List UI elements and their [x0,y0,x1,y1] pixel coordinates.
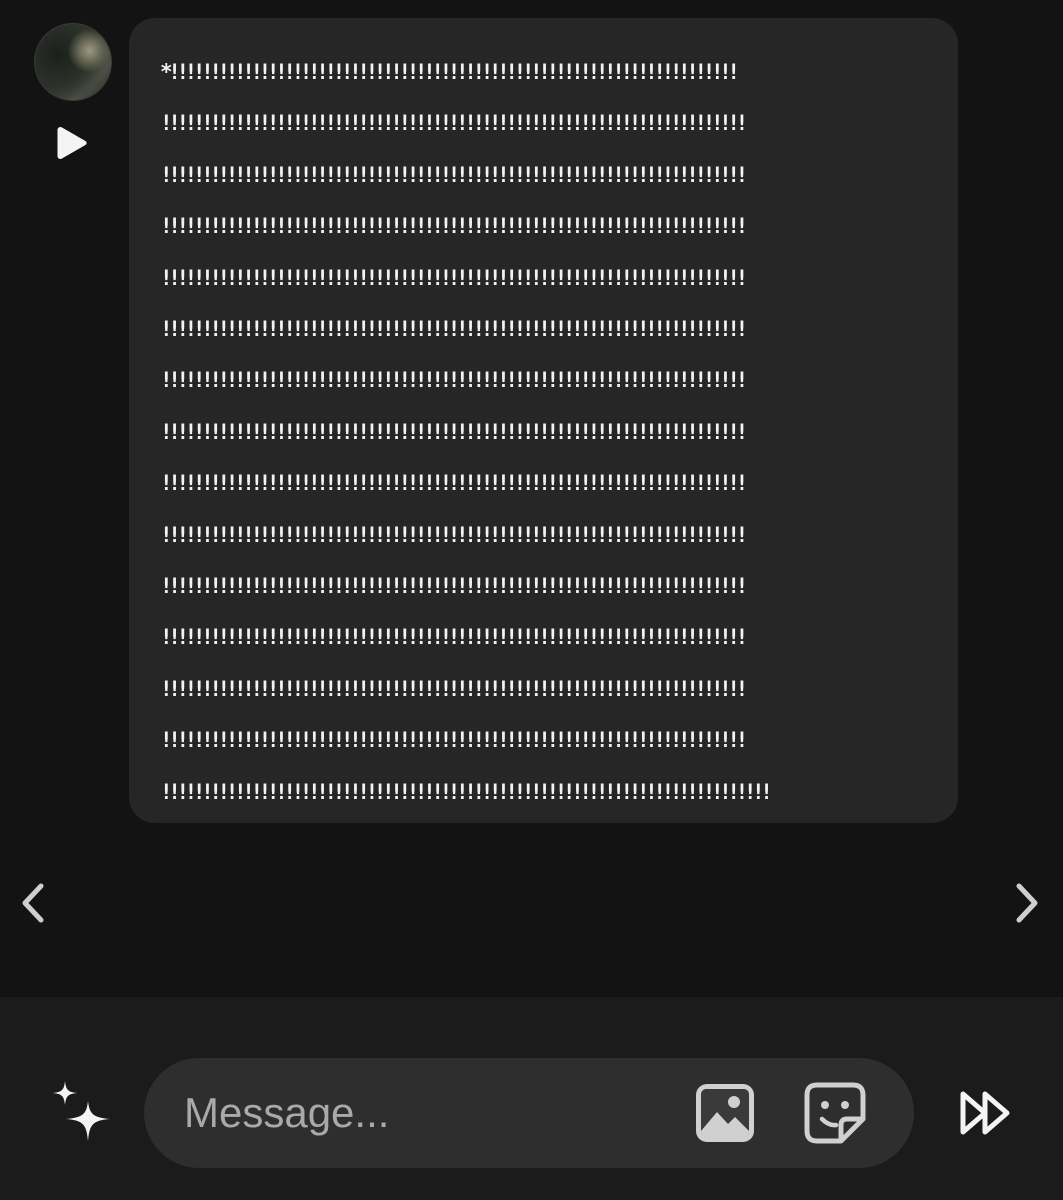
image-icon [696,1084,754,1142]
message-bubble[interactable]: *!!!!!!!!!!!!!!!!!!!!!!!!!!!!!!!!!!!!!!!… [129,18,958,823]
gallery-button[interactable] [693,1081,757,1145]
previous-button[interactable] [17,881,47,925]
sticker-icon [804,1082,866,1144]
message-text: *!!!!!!!!!!!!!!!!!!!!!!!!!!!!!!!!!!!!!!!… [160,60,773,804]
play-icon [57,127,87,159]
message-box [144,1058,914,1168]
chevron-left-icon [22,883,44,923]
chat-screen: *!!!!!!!!!!!!!!!!!!!!!!!!!!!!!!!!!!!!!!!… [0,0,1063,1200]
sparkles-icon [53,1081,110,1141]
chevron-right-icon [1016,883,1038,923]
play-button[interactable] [52,121,92,165]
fast-forward-icon [960,1091,1010,1135]
ai-assist-button[interactable] [48,1079,114,1145]
message-input[interactable] [184,1080,664,1146]
user-avatar[interactable] [34,23,112,101]
sticker-button[interactable] [803,1081,867,1145]
next-button[interactable] [1013,881,1043,925]
skip-button[interactable] [955,1085,1017,1141]
composer-bar [0,997,1063,1200]
